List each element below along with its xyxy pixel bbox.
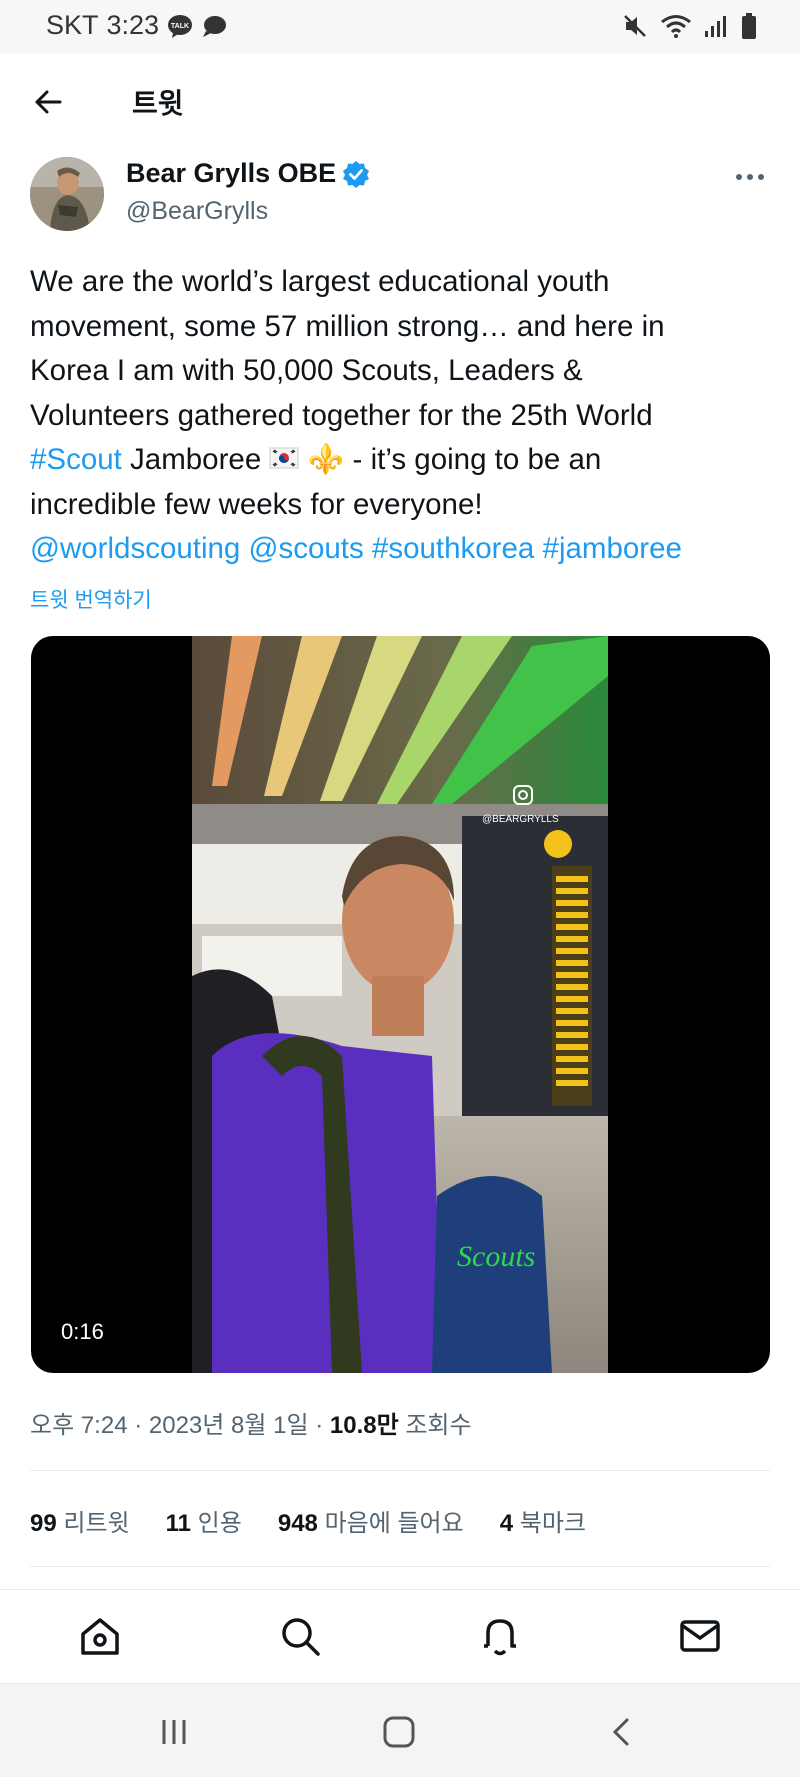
tab-home[interactable] (76, 1612, 124, 1660)
notifications-icon (484, 1619, 516, 1656)
retweets-label: 리트윗 (63, 1510, 130, 1537)
view-count: 10.8만 (329, 1412, 399, 1439)
tweet-line-5: #Scout Jamboree ⚜️ - it’s going to be an (30, 438, 775, 483)
tweet-stats: 99 리트윗 11 인용 948 마음에 들어요 4 북마크 (30, 1503, 586, 1538)
recent-apps-button[interactable] (152, 1712, 196, 1752)
south-korea-flag-icon (269, 447, 299, 469)
video-frame[interactable]: Scouts @BEARGRYLLS (192, 636, 608, 1373)
bookmarks-label: 북마크 (519, 1510, 586, 1537)
status-bar: SKT 3:23 TALK (0, 0, 800, 54)
page-title: 트윗 (132, 88, 184, 119)
system-nav-bar (0, 1683, 800, 1777)
hashtag-southkorea[interactable]: #southkorea (372, 532, 534, 565)
tab-notifications[interactable] (476, 1612, 524, 1660)
home-icon (81, 1618, 119, 1655)
author-handle[interactable]: @BearGrylls (126, 197, 268, 226)
likes-label: 마음에 들어요 (324, 1510, 464, 1537)
bottom-tab-bar (0, 1589, 800, 1683)
tweet-text: We are the world’s largest educational y… (30, 260, 775, 572)
likes-stat[interactable]: 948 마음에 들어요 (278, 1503, 464, 1538)
bookmarks-stat[interactable]: 4 북마크 (500, 1503, 586, 1538)
status-left: SKT 3:23 TALK (46, 10, 227, 41)
mute-icon (624, 15, 646, 37)
author-name-text: Bear Grylls OBE (126, 158, 337, 188)
hashtag-jamboree[interactable]: #jamboree (543, 532, 682, 565)
tweet-author: Bear Grylls OBE @BearGrylls (0, 152, 800, 242)
arrow-left-icon (35, 90, 62, 114)
tweet-tags: @worldscouting @scouts #southkorea #jamb… (30, 527, 775, 572)
avatar[interactable] (30, 157, 104, 231)
divider (30, 1470, 770, 1471)
status-right (622, 12, 758, 40)
retweets-stat[interactable]: 99 리트윗 (30, 1503, 130, 1538)
tweet-line-4: Volunteers gathered together for the 25t… (30, 398, 653, 432)
home-button-icon (383, 1716, 415, 1748)
search-icon (282, 1618, 320, 1656)
tweet-timestamp: 오후 7:24 · 2023년 8월 1일 · 10.8만 조회수 (30, 1412, 472, 1439)
video-player[interactable]: Scouts @BEARGRYLLS 0:16 (31, 636, 770, 1373)
chat-bubble-icon (203, 15, 227, 37)
tab-search[interactable] (276, 1612, 324, 1660)
fleur-de-lis-emoji: ⚜️ (307, 443, 345, 476)
tab-messages[interactable] (676, 1612, 724, 1660)
shirt-text: Scouts (457, 1240, 535, 1273)
quotes-count: 11 (165, 1510, 191, 1537)
messages-icon (680, 1620, 720, 1652)
hashtag-scout[interactable]: #Scout (30, 443, 122, 476)
jamboree-text: Jamboree (121, 443, 270, 476)
retweets-count: 99 (30, 1510, 57, 1537)
battery-icon (742, 13, 756, 39)
tweet-line-1: We are the world’s largest educational y… (30, 265, 610, 298)
avatar-image (30, 157, 104, 231)
tweet-header: 트윗 (0, 54, 800, 152)
more-options-button[interactable] (730, 162, 770, 192)
tweet-line-3: Korea I am with 50,000 Scouts, Leaders & (30, 354, 583, 387)
more-dots-icon (736, 174, 764, 180)
mention-worldscouting[interactable]: @worldscouting (30, 532, 240, 565)
back-button[interactable] (28, 82, 68, 122)
quotes-label: 인용 (197, 1510, 242, 1537)
tweet-time[interactable]: 오후 7:24 (30, 1412, 128, 1439)
tweet-line-5-end: - it’s going to be an (344, 443, 602, 476)
video-thumbnail: Scouts @BEARGRYLLS (192, 636, 608, 1373)
likes-count: 948 (277, 1510, 318, 1537)
clock: 3:23 (106, 10, 160, 40)
tweet-line-6: incredible few weeks for everyone! (30, 487, 483, 521)
video-duration: 0:16 (61, 1319, 104, 1344)
divider (30, 1566, 770, 1567)
tweet-date[interactable]: 2023년 8월 1일 (149, 1412, 309, 1439)
bookmarks-count: 4 (499, 1510, 514, 1537)
back-icon (612, 1718, 629, 1746)
quotes-stat[interactable]: 11 인용 (166, 1503, 242, 1538)
verified-badge-icon (343, 160, 370, 188)
recent-apps-icon (162, 1720, 186, 1744)
svg-text:TALK: TALK (171, 23, 189, 30)
tweet-line-2: movement, some 57 million strong… and he… (30, 309, 665, 343)
back-nav-button[interactable] (600, 1712, 644, 1752)
translate-tweet-link[interactable]: 트윗 번역하기 (30, 584, 152, 614)
talk-icon: TALK (168, 14, 193, 38)
view-label: 조회수 (405, 1412, 472, 1439)
home-nav-button[interactable] (377, 1712, 421, 1752)
author-name[interactable]: Bear Grylls OBE (126, 158, 370, 189)
video-watermark: @BEARGRYLLS (482, 814, 559, 825)
mention-scouts[interactable]: @scouts (249, 532, 364, 565)
signal-icon (705, 16, 726, 37)
wifi-icon (661, 15, 691, 38)
carrier-label: SKT (46, 10, 99, 40)
